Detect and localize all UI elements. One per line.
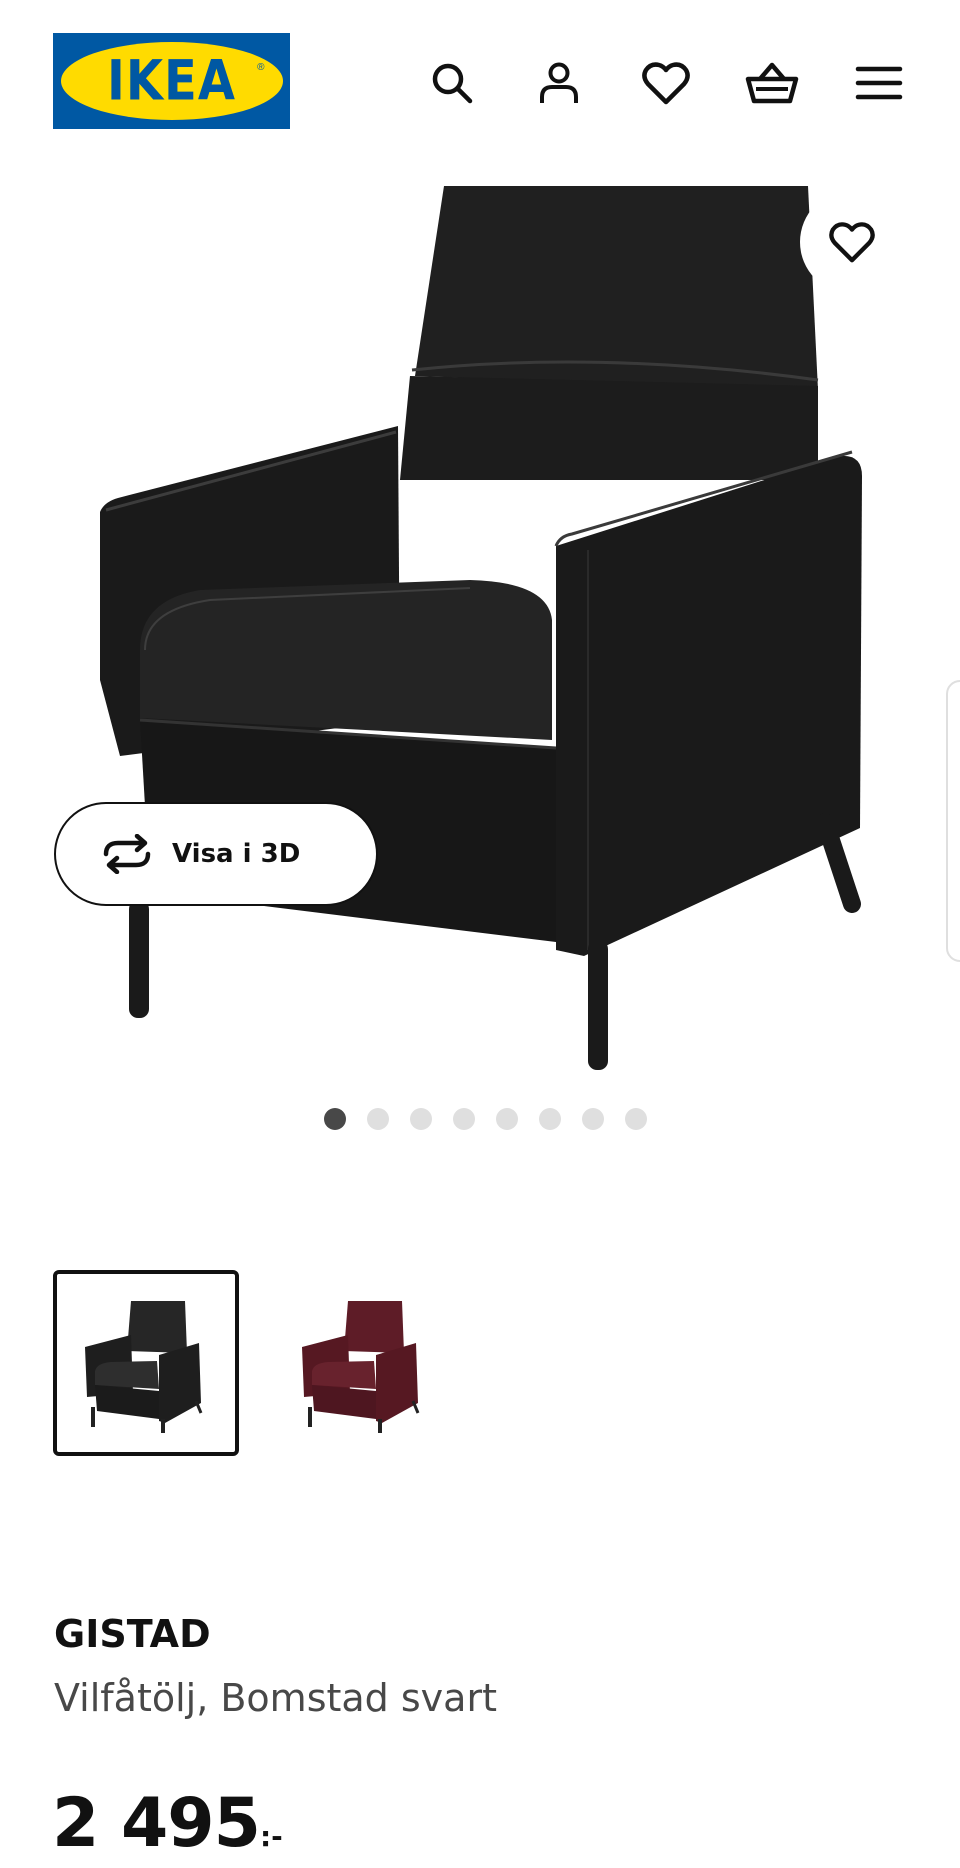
basket-icon[interactable] bbox=[744, 55, 800, 111]
view-in-3d-label: Visa i 3D bbox=[172, 839, 301, 869]
carousel-dot[interactable] bbox=[624, 1108, 647, 1130]
variant-thumbnail-black bbox=[85, 1301, 203, 1433]
logo-registered-mark: ® bbox=[257, 62, 265, 73]
carousel-dot[interactable] bbox=[366, 1108, 389, 1130]
logo-text: IKEA bbox=[107, 48, 236, 114]
heart-icon[interactable] bbox=[638, 55, 694, 111]
product-description: Vilfåtölj, Bomstad svart bbox=[54, 1676, 497, 1720]
carousel-dot[interactable] bbox=[452, 1108, 475, 1130]
top-header: IKEA ® bbox=[0, 0, 960, 160]
variant-black[interactable] bbox=[53, 1270, 239, 1456]
product-name: GISTAD bbox=[54, 1612, 211, 1656]
rotate-3d-icon bbox=[103, 834, 151, 874]
variant-red[interactable] bbox=[270, 1270, 456, 1456]
carousel-dot[interactable] bbox=[409, 1108, 432, 1130]
user-icon[interactable] bbox=[531, 55, 587, 111]
price-suffix: :- bbox=[259, 1820, 283, 1853]
price-amount: 2 495 bbox=[52, 1784, 261, 1863]
view-in-3d-button[interactable]: Visa i 3D bbox=[54, 802, 378, 906]
logo-oval: IKEA ® bbox=[60, 42, 283, 120]
ikea-logo[interactable]: IKEA ® bbox=[53, 33, 290, 129]
carousel-dot[interactable] bbox=[581, 1108, 604, 1130]
carousel-pagination bbox=[0, 1108, 960, 1132]
product-gallery[interactable]: Visa i 3D bbox=[0, 180, 960, 1080]
carousel-dot[interactable] bbox=[495, 1108, 518, 1130]
next-image-peek[interactable] bbox=[946, 680, 960, 962]
search-icon[interactable] bbox=[424, 55, 480, 111]
heart-icon bbox=[829, 222, 875, 263]
menu-icon[interactable] bbox=[851, 55, 907, 111]
variant-thumbnail-red bbox=[302, 1301, 420, 1433]
carousel-dot[interactable] bbox=[323, 1108, 346, 1130]
add-to-favorites-button[interactable] bbox=[800, 190, 904, 294]
product-image-recliner bbox=[100, 186, 862, 1070]
product-price: 2 495:- bbox=[52, 1784, 283, 1863]
carousel-dot[interactable] bbox=[538, 1108, 561, 1130]
